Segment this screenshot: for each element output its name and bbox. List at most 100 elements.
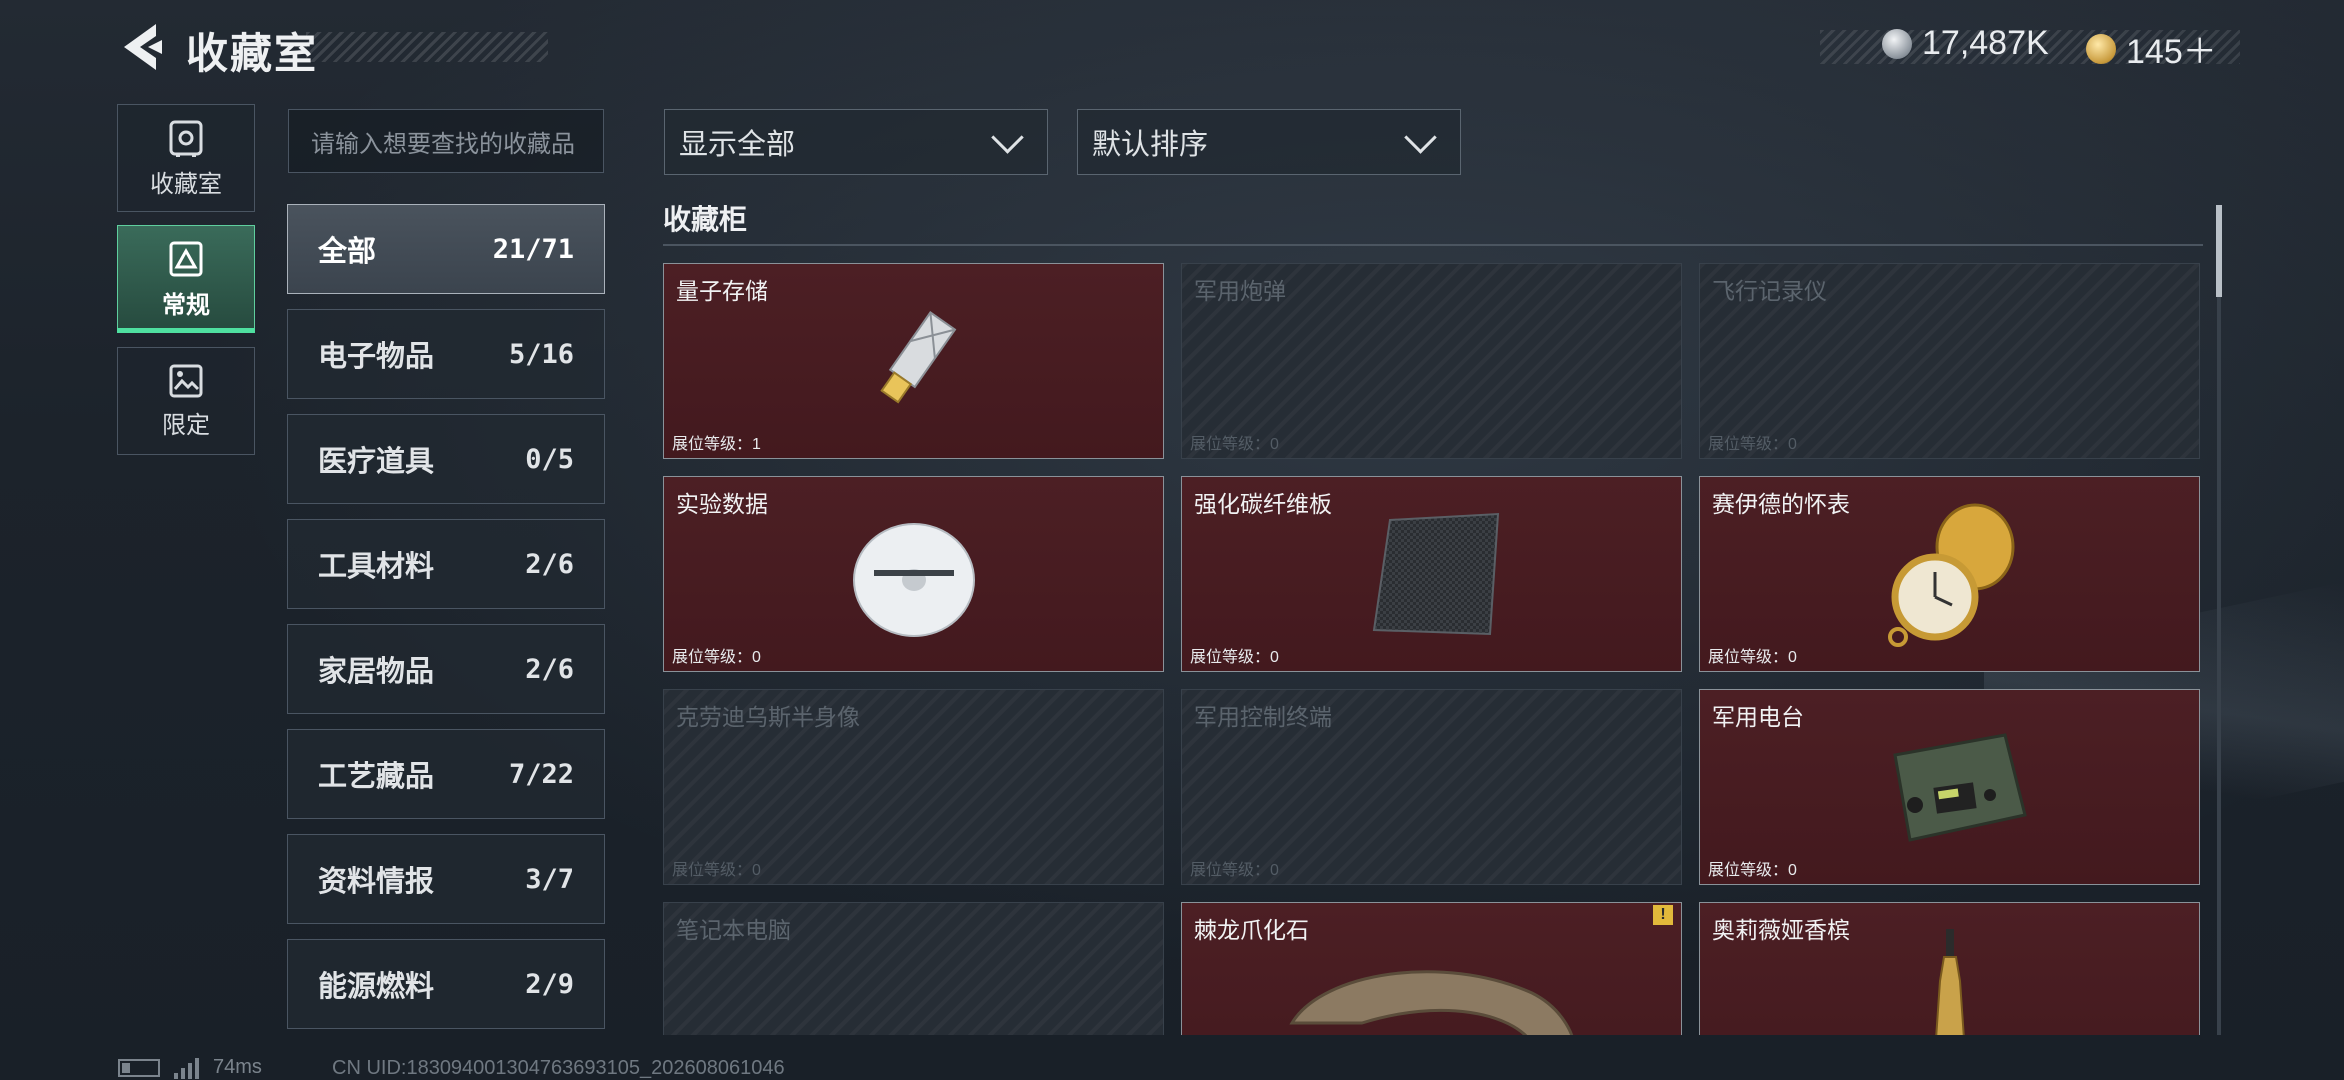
chevron-down-icon xyxy=(991,120,1024,154)
currency-gold-value: 145＋ xyxy=(2126,33,2217,71)
category-name: 全部 xyxy=(318,236,377,268)
carbon-plate-image xyxy=(1372,512,1500,636)
collectible-card[interactable]: 笔记本电脑 xyxy=(663,902,1164,1035)
collectible-name: 笔记本电脑 xyxy=(676,917,791,943)
rail-label: 限定 xyxy=(162,411,210,439)
search-input[interactable]: 请输入想要查找的收藏品 xyxy=(288,109,604,173)
collectible-name: 强化碳纤维板 xyxy=(1194,491,1332,517)
category-name: 工艺藏品 xyxy=(318,761,435,793)
display-level: 展位等级：1 xyxy=(672,436,761,453)
collectible-card[interactable]: 克劳迪乌斯半身像 展位等级：0 xyxy=(663,689,1164,885)
vault-icon xyxy=(169,120,203,157)
collectible-name: 赛伊德的怀表 xyxy=(1712,491,1850,517)
title-hatch-decoration xyxy=(306,32,548,62)
category-name: 家居物品 xyxy=(318,656,435,688)
picture-frame-icon xyxy=(169,241,203,276)
champagne-bottle-image xyxy=(1935,929,1965,1035)
status-bar: 74ms xyxy=(118,1056,262,1079)
collectible-name: 实验数据 xyxy=(676,491,768,517)
ping-value: 74ms xyxy=(213,1056,262,1078)
category-count: 5/16 xyxy=(508,338,574,370)
usb-drive-image xyxy=(880,311,957,404)
currency-gold[interactable]: 145＋ xyxy=(2086,24,2217,73)
category-count: 2/6 xyxy=(525,548,574,580)
category-count: 3/7 xyxy=(525,863,574,895)
collectible-card[interactable]: 实验数据 展位等级：0 xyxy=(663,476,1164,672)
category-household[interactable]: 家居物品 2/6 xyxy=(287,624,605,714)
display-level: 展位等级：0 xyxy=(1708,436,1797,453)
disc-image xyxy=(853,523,975,637)
category-tools[interactable]: 工具材料 2/6 xyxy=(287,519,605,609)
rail-tab-regular[interactable]: 常规 xyxy=(117,225,255,333)
section-title: 收藏柜 xyxy=(663,204,748,235)
collectible-name: 军用炮弹 xyxy=(1194,278,1286,304)
category-all[interactable]: 全部 21/71 xyxy=(287,204,605,294)
battery-icon xyxy=(118,1058,160,1077)
collectible-name: 军用控制终端 xyxy=(1194,704,1332,730)
category-energy[interactable]: 能源燃料 2/9 xyxy=(287,939,605,1029)
display-filter-dropdown[interactable]: 显示全部 xyxy=(664,109,1048,175)
dropdown-value: 默认排序 xyxy=(1092,129,1209,161)
display-level: 展位等级：0 xyxy=(1190,862,1279,879)
collection-grid: 量子存储 展位等级：1 军用炮弹 展位等级：0 飞行记录仪 展位等级：0 实验数… xyxy=(663,263,2201,1035)
category-name: 医疗道具 xyxy=(318,446,435,478)
collectible-card[interactable]: 棘龙爪化石 ! xyxy=(1181,902,1682,1035)
display-level: 展位等级：0 xyxy=(1708,649,1797,666)
page-title: 收藏室 xyxy=(186,30,319,77)
category-medical[interactable]: 医疗道具 0/5 xyxy=(287,414,605,504)
collectible-name: 克劳迪乌斯半身像 xyxy=(676,704,860,730)
warning-badge: ! xyxy=(1653,905,1673,925)
display-level: 展位等级：0 xyxy=(1190,436,1279,453)
category-name: 电子物品 xyxy=(318,341,435,373)
collectible-card[interactable]: 军用电台 展位等级：0 xyxy=(1699,689,2200,885)
category-name: 工具材料 xyxy=(318,551,435,583)
rail-label: 常规 xyxy=(162,291,210,319)
display-level: 展位等级：0 xyxy=(672,649,761,666)
user-uid: CN UID:1830940013047636931​05_2026080610… xyxy=(332,1057,785,1079)
back-arrow-icon[interactable] xyxy=(118,22,166,72)
display-level: 展位等级：0 xyxy=(1708,862,1797,879)
collectible-name: 奥莉薇娅香槟 xyxy=(1712,917,1850,943)
collectible-name: 棘龙爪化石 xyxy=(1194,917,1309,943)
category-name: 资料情报 xyxy=(318,866,435,898)
currency-silver-value: 17,487K xyxy=(1922,24,2049,62)
collectible-card[interactable]: 奥莉薇娅香槟 xyxy=(1699,902,2200,1035)
landscape-image-icon xyxy=(169,364,203,397)
search-placeholder: 请输入想要查找的收藏品 xyxy=(311,130,575,158)
category-count: 0/5 xyxy=(525,443,574,475)
sort-dropdown[interactable]: 默认排序 xyxy=(1077,109,1461,175)
category-count: 7/22 xyxy=(508,758,574,790)
collectible-name: 军用电台 xyxy=(1712,704,1804,730)
category-crafts[interactable]: 工艺藏品 7/22 xyxy=(287,729,605,819)
collectible-name: 量子存储 xyxy=(676,278,768,304)
collectible-name: 飞行记录仪 xyxy=(1712,278,1827,304)
gold-coin-icon xyxy=(2086,33,2116,64)
collectible-card[interactable]: 飞行记录仪 展位等级：0 xyxy=(1699,263,2200,459)
scrollbar-thumb[interactable] xyxy=(2216,205,2222,297)
section-divider xyxy=(663,244,2203,246)
rail-tab-limited[interactable]: 限定 xyxy=(117,347,255,455)
category-count: 2/6 xyxy=(525,653,574,685)
collectible-card[interactable]: 军用控制终端 展位等级：0 xyxy=(1181,689,1682,885)
display-level: 展位等级：0 xyxy=(1190,649,1279,666)
signal-icon xyxy=(174,1057,199,1079)
rail-tab-collection-room[interactable]: 收藏室 xyxy=(117,104,255,212)
pocket-watch-image xyxy=(1888,503,2015,647)
collectible-card[interactable]: 强化碳纤维板 展位等级：0 xyxy=(1181,476,1682,672)
silver-coin-icon xyxy=(1882,28,1912,59)
scrollbar-track[interactable] xyxy=(2217,205,2221,1035)
display-level: 展位等级：0 xyxy=(672,862,761,879)
dropdown-value: 显示全部 xyxy=(679,129,796,161)
collectible-card[interactable]: 赛伊德的怀表 展位等级：0 xyxy=(1699,476,2200,672)
category-electronics[interactable]: 电子物品 5/16 xyxy=(287,309,605,399)
category-name: 能源燃料 xyxy=(318,971,435,1003)
currency-silver: 17,487K xyxy=(1882,24,2049,63)
category-count: 2/9 xyxy=(525,968,574,1000)
fossil-claw-image xyxy=(1289,970,1574,1035)
collectible-card[interactable]: 量子存储 展位等级：1 xyxy=(663,263,1164,459)
rail-label: 收藏室 xyxy=(150,170,222,198)
category-intel[interactable]: 资料情报 3/7 xyxy=(287,834,605,924)
category-count: 21/71 xyxy=(492,233,574,265)
collectible-card[interactable]: 军用炮弹 展位等级：0 xyxy=(1181,263,1682,459)
military-radio-image xyxy=(1893,733,2027,842)
